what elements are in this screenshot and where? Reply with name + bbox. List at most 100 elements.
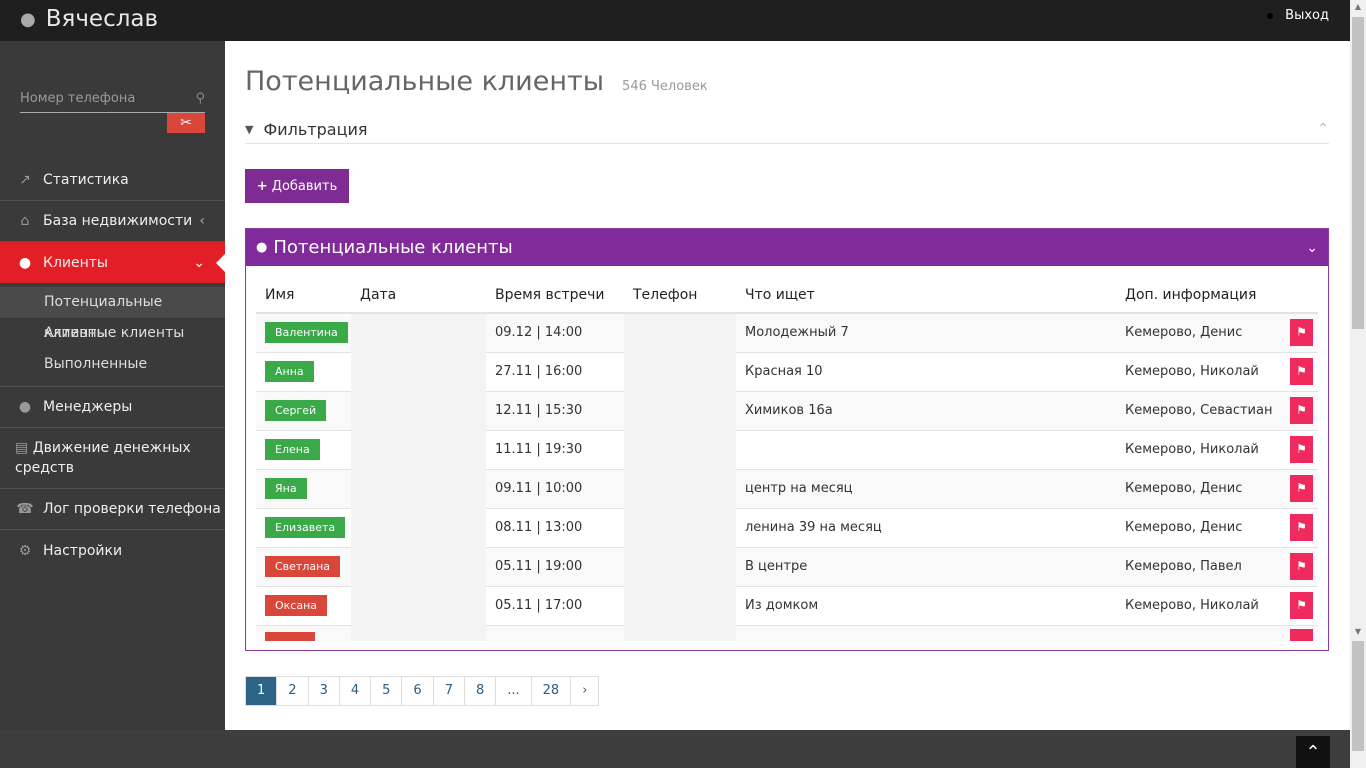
name-badge[interactable]: Елизавета	[265, 517, 346, 538]
add-button[interactable]: + Добавить	[245, 169, 349, 203]
page-link[interactable]: ...	[496, 677, 532, 705]
table-row[interactable]: Светлана 05.11 | 19:00 В центре Кемерово…	[256, 547, 1318, 587]
megaphone-icon[interactable]: ⚑	[1290, 319, 1313, 347]
page-link[interactable]: 7	[434, 677, 465, 705]
megaphone-icon[interactable]	[1290, 629, 1313, 641]
table-row[interactable]: Елизавета 08.11 | 13:00 ленина 39 на мес…	[256, 508, 1318, 548]
table-row[interactable]: Яна 09.11 | 10:00 центр на месяц Кемеров…	[256, 469, 1318, 509]
clear-button[interactable]: ✂	[167, 113, 205, 133]
table-row[interactable]: Оксана 05.11 | 17:00 Из домком Кемерово,…	[256, 586, 1318, 626]
submenu-potential[interactable]: Потенциальные клиенты	[0, 287, 225, 341]
name-badge[interactable]: Яна	[265, 478, 307, 499]
seek-cell: центр на месяц	[736, 469, 1116, 509]
logout-label: Выход	[1285, 8, 1329, 23]
scroll-down-icon[interactable]: ▼	[1350, 627, 1366, 636]
seek-cell: ленина 39 на месяц	[736, 508, 1116, 548]
megaphone-icon[interactable]: ⚑	[1290, 397, 1313, 424]
clients-submenu: Потенциальные клиенты Активные клиенты В…	[0, 283, 225, 387]
phone-search-input[interactable]: Номер телефона ⚲	[20, 91, 205, 113]
page-link[interactable]: 28	[532, 677, 572, 705]
scroll-track[interactable]	[1352, 641, 1364, 751]
megaphone-icon[interactable]: ⚑	[1290, 358, 1313, 385]
sidebar-item-cashflow[interactable]: ▤ Движение денежных средств	[0, 428, 225, 489]
phone-cell	[624, 547, 736, 586]
sidebar-item-statistics[interactable]: ↗ Статистика	[0, 160, 225, 201]
page-link[interactable]: 6	[402, 677, 434, 705]
sidebar-item-settings[interactable]: ⚙ Настройки	[0, 530, 225, 571]
megaphone-icon[interactable]: ⚑	[1290, 553, 1313, 580]
filter-icon: ▼	[245, 122, 254, 136]
users-icon: ●	[18, 254, 32, 271]
table-row[interactable]: Анна 27.11 | 16:00 Красная 10 Кемерово, …	[256, 352, 1318, 392]
action-cell: ⚑	[1281, 508, 1318, 548]
name-cell: Елена	[256, 430, 351, 470]
action-cell: ⚑	[1281, 352, 1318, 392]
search-icon[interactable]: ⚲	[195, 91, 205, 106]
time-cell: 05.11 | 17:00	[486, 586, 624, 626]
name-cell: Анна	[256, 352, 351, 392]
megaphone-icon[interactable]: ⚑	[1290, 436, 1313, 463]
name-badge[interactable]: Сергей	[265, 400, 327, 421]
scroll-up-icon[interactable]: ▲	[1350, 2, 1366, 11]
name-cell: Светлана	[256, 547, 351, 587]
page-link[interactable]: 5	[371, 677, 403, 705]
col-phone: Телефон	[624, 277, 736, 314]
action-cell: ⚑	[1281, 391, 1318, 431]
table-row[interactable]: Елена 11.11 | 19:30 Кемерово, Николай ⚑	[256, 430, 1318, 470]
name-badge[interactable]: Анна	[265, 361, 314, 382]
chevron-up-icon: ⌃	[1305, 742, 1321, 763]
table-scroll[interactable]: Имя Дата Время встречи Телефон Что ищет …	[256, 277, 1318, 641]
phone-cell	[624, 430, 736, 469]
seek-cell: Молодежный 7	[736, 313, 1116, 353]
time-cell: 12.11 | 15:30	[486, 391, 624, 431]
megaphone-icon[interactable]: ⚑	[1290, 514, 1313, 541]
page-link[interactable]: 4	[340, 677, 372, 705]
name-badge[interactable]: Светлана	[265, 556, 341, 577]
name-badge[interactable]: Оксана	[265, 595, 328, 616]
info-cell: Кемерово, Денис	[1116, 469, 1281, 509]
time-cell	[486, 625, 624, 641]
bullet-icon	[1267, 12, 1274, 19]
info-cell: Кемерово, Николай	[1116, 586, 1281, 626]
add-label: Добавить	[271, 178, 338, 194]
sidebar-item-realty[interactable]: ⌂ База недвижимости ‹	[0, 201, 225, 242]
label: Лог проверки телефона	[43, 501, 221, 517]
info-cell: Кемерово, Николай	[1116, 352, 1281, 392]
info-cell: Кемерово, Севастиан	[1116, 391, 1281, 431]
page-link[interactable]: 8	[465, 677, 497, 705]
chevron-down-icon[interactable]: ⌄	[1306, 240, 1318, 256]
name-badge[interactable]	[265, 632, 315, 641]
info-cell: Кемерово, Павел	[1116, 547, 1281, 587]
panel-title: Потенциальные клиенты	[273, 237, 513, 258]
page-link[interactable]: 1	[246, 677, 278, 705]
filter-toggle[interactable]: ▼ Фильтрация ⌃	[245, 115, 1329, 144]
submenu-active[interactable]: Активные клиенты	[0, 318, 225, 349]
megaphone-icon[interactable]: ⚑	[1290, 475, 1313, 502]
sidebar-item-clients[interactable]: ● Клиенты ⌄	[0, 242, 225, 283]
user-icon: ●	[18, 399, 32, 415]
megaphone-icon[interactable]: ⚑	[1290, 592, 1313, 619]
info-cell	[1116, 625, 1281, 641]
action-cell: ⚑	[1281, 469, 1318, 509]
logout-link[interactable]: Выход	[1267, 8, 1329, 23]
table-row[interactable]: Сергей 12.11 | 15:30 Химиков 16а Кемеров…	[256, 391, 1318, 431]
scroll-to-top-button[interactable]: ⌃	[1296, 736, 1330, 768]
table-row[interactable]	[256, 625, 1318, 641]
table-row[interactable]: Валентина 09.12 | 14:00 Молодежный 7 Кем…	[256, 313, 1318, 353]
sidebar-item-managers[interactable]: ● Менеджеры	[0, 387, 225, 428]
scroll-thumb[interactable]	[1352, 17, 1364, 329]
next-page-button[interactable]: ›	[571, 677, 598, 705]
scrollbar[interactable]: ▲ ▼	[1350, 0, 1366, 768]
submenu-done[interactable]: Выполненные	[0, 349, 225, 380]
page-link[interactable]: 3	[309, 677, 340, 705]
seek-cell: Красная 10	[736, 352, 1116, 392]
filter-label: Фильтрация	[263, 119, 368, 139]
user-menu[interactable]: ● Вячеслав	[20, 6, 158, 32]
name-badge[interactable]: Елена	[265, 439, 320, 460]
name-badge[interactable]: Валентина	[265, 322, 348, 344]
chevron-up-icon[interactable]: ⌃	[1317, 121, 1329, 137]
seek-cell	[736, 625, 1116, 641]
page-link[interactable]: 2	[277, 677, 309, 705]
title-text: Потенциальные клиенты	[245, 66, 605, 97]
sidebar-item-phone-log[interactable]: ☎ Лог проверки телефона	[0, 489, 225, 530]
